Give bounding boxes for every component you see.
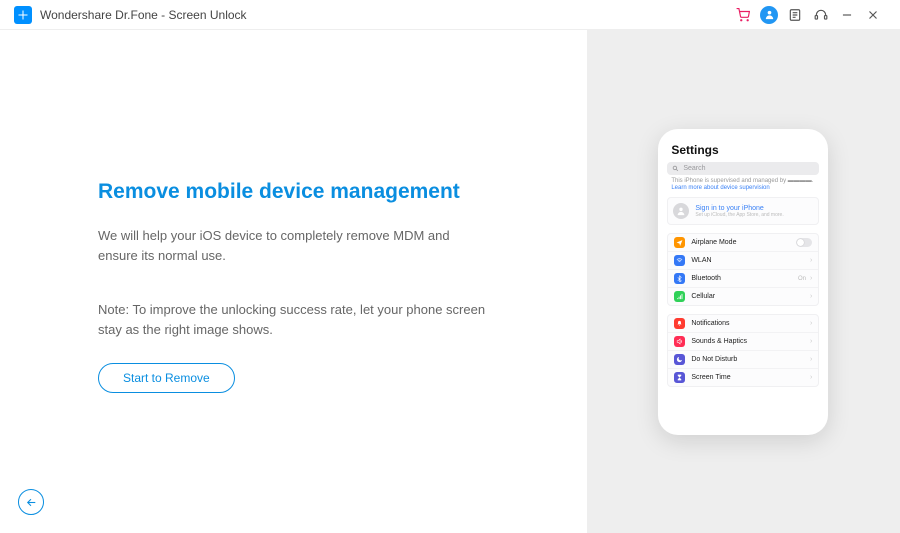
back-button[interactable] [18, 489, 44, 515]
right-pane: Settings Search This iPhone is supervise… [587, 30, 900, 533]
phone-row-sounds-haptics: Sounds & Haptics› [668, 333, 818, 351]
chevron-right-icon: › [810, 320, 812, 327]
page-note: Note: To improve the unlocking success r… [98, 300, 488, 340]
phone-row-label: WLAN [691, 257, 810, 264]
phone-row-label: Airplane Mode [691, 239, 796, 246]
chevron-right-icon: › [810, 374, 812, 381]
phone-search: Search [667, 162, 819, 175]
chevron-right-icon: › [810, 257, 812, 264]
phone-row-bluetooth: BluetoothOn › [668, 270, 818, 288]
left-pane: Remove mobile device management We will … [0, 30, 587, 533]
chevron-right-icon: › [810, 293, 812, 300]
cart-icon[interactable] [730, 2, 756, 28]
phone-group-2: Notifications›Sounds & Haptics›Do Not Di… [667, 314, 819, 387]
phone-row-screen-time: Screen Time› [668, 369, 818, 386]
phone-signin-label: Sign in to your iPhone [695, 205, 783, 212]
phone-row-do-not-disturb: Do Not Disturb› [668, 351, 818, 369]
user-avatar-icon[interactable] [760, 6, 778, 24]
phone-mdm-link: Learn more about device supervision [671, 185, 769, 191]
titlebar: Wondershare Dr.Fone - Screen Unlock [0, 0, 900, 30]
airplane-icon [674, 237, 685, 248]
start-remove-button[interactable]: Start to Remove [98, 363, 235, 393]
toggle [796, 238, 812, 247]
phone-mockup: Settings Search This iPhone is supervise… [658, 129, 828, 435]
hourglass-icon [674, 372, 685, 383]
phone-row-airplane-mode: Airplane Mode [668, 234, 818, 252]
sound-icon [674, 336, 685, 347]
minimize-icon[interactable] [834, 2, 860, 28]
feedback-icon[interactable] [782, 2, 808, 28]
wifi-icon [674, 255, 685, 266]
phone-row-cellular: Cellular› [668, 288, 818, 305]
chevron-right-icon: › [810, 338, 812, 345]
cellular-icon [674, 291, 685, 302]
bell-icon [674, 318, 685, 329]
phone-row-label: Sounds & Haptics [691, 338, 810, 345]
phone-signin-sub: Set up iCloud, the App Store, and more. [695, 212, 783, 218]
phone-settings-title: Settings [667, 143, 819, 162]
phone-row-label: Do Not Disturb [691, 356, 810, 363]
chevron-right-icon: › [810, 356, 812, 363]
app-logo [14, 6, 32, 24]
moon-icon [674, 354, 685, 365]
app-title: Wondershare Dr.Fone - Screen Unlock [40, 8, 247, 22]
phone-search-placeholder: Search [683, 165, 705, 172]
avatar-icon [673, 203, 689, 219]
phone-row-value: On [798, 276, 806, 282]
close-icon[interactable] [860, 2, 886, 28]
phone-row-label: Screen Time [691, 374, 810, 381]
phone-row-wlan: WLAN› [668, 252, 818, 270]
phone-mdm-notice: This iPhone is supervised and managed by… [667, 178, 819, 198]
bluetooth-icon [674, 273, 685, 284]
page-heading: Remove mobile device management [98, 180, 537, 204]
headset-icon[interactable] [808, 2, 834, 28]
phone-row-label: Cellular [691, 293, 810, 300]
chevron-right-icon: › [810, 275, 812, 282]
phone-row-label: Notifications [691, 320, 810, 327]
phone-group-1: Airplane ModeWLAN›BluetoothOn›Cellular› [667, 233, 819, 306]
phone-signin-card: Sign in to your iPhone Set up iCloud, th… [667, 197, 819, 225]
phone-row-label: Bluetooth [691, 275, 798, 282]
phone-row-notifications: Notifications› [668, 315, 818, 333]
page-description: We will help your iOS device to complete… [98, 226, 488, 266]
